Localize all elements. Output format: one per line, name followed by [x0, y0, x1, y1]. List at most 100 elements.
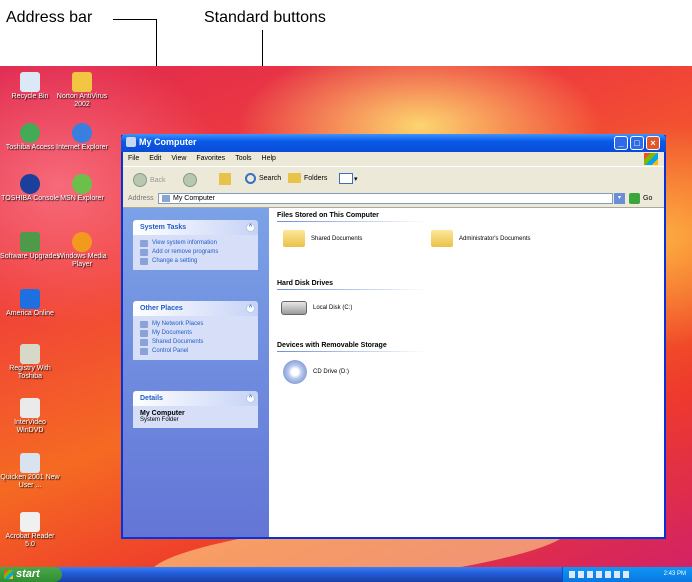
toshiba-console-icon [20, 174, 40, 194]
chevron-down-icon: ▾ [354, 175, 358, 183]
other-places-list: My Network Places My Documents Shared Do… [133, 316, 258, 360]
start-button[interactable]: start [0, 567, 62, 582]
go-arrow-icon [629, 193, 640, 204]
desktop-icon-america-online[interactable]: America Online [0, 289, 60, 318]
place-my-network-places[interactable]: My Network Places [140, 320, 258, 329]
menu-help[interactable]: Help [257, 152, 281, 162]
windows-media-player-icon [72, 232, 92, 252]
windows-logo-icon [644, 153, 658, 165]
address-dropdown-button[interactable]: ▾ [614, 193, 625, 204]
callout-leader-line [113, 19, 157, 20]
section-header-files: Files Stored on This Computer [277, 212, 379, 219]
quicken-icon [20, 453, 40, 473]
toshiba-access-icon [20, 123, 40, 143]
forward-button[interactable] [183, 173, 197, 187]
window-title: My Computer [139, 137, 197, 147]
desktop-icon-recycle-bin[interactable]: Recycle Bin [0, 72, 60, 101]
minimize-button[interactable]: _ [614, 136, 628, 150]
taskbar: start 2:43 PM [0, 567, 692, 582]
section-header-removable-storage: Devices with Removable Storage [277, 342, 387, 349]
views-icon [339, 173, 353, 184]
recycle-bin-icon [20, 72, 40, 92]
address-bar: Address My Computer ▾ Go [123, 191, 664, 208]
views-button[interactable]: ▾ [339, 173, 358, 184]
up-button[interactable] [219, 173, 231, 185]
menu-tools[interactable]: Tools [230, 152, 256, 162]
search-button[interactable]: Search [245, 173, 281, 184]
desktop-icon-software-upgrades[interactable]: Software Upgrades [0, 232, 60, 261]
desktop-icon-msn-explorer[interactable]: MSN Explorer [52, 174, 112, 203]
desktop-icon-windvd[interactable]: InterVideo WinDVD [0, 398, 60, 435]
desktop-icon-windows-media-player[interactable]: Windows Media Player [52, 232, 112, 269]
folder-shared-documents[interactable]: Shared Documents [283, 230, 362, 247]
address-value: My Computer [173, 195, 216, 202]
desktop-icon-registry[interactable]: Registry With Toshiba [0, 344, 60, 381]
registry-icon [20, 344, 40, 364]
clock[interactable]: 2:43 PM [664, 571, 686, 577]
address-input[interactable]: My Computer [158, 193, 613, 204]
folders-button[interactable]: Folders [288, 173, 327, 183]
details-body: My Computer System Folder [133, 406, 258, 428]
collapse-icon[interactable]: ^ [246, 394, 255, 403]
system-tasks-panel: System Tasks ^ View system information A… [133, 220, 258, 270]
folders-icon [288, 173, 301, 183]
internet-explorer-icon [72, 123, 92, 143]
standard-buttons-toolbar: Back Search Folders ▾ [123, 166, 664, 192]
forward-arrow-icon [183, 173, 197, 187]
details-type: System Folder [140, 417, 179, 423]
task-view-system-information[interactable]: View system information [140, 239, 258, 248]
back-button[interactable]: Back [133, 173, 166, 187]
system-tasks-header[interactable]: System Tasks ^ [133, 220, 258, 235]
desktop-icon-toshiba-console[interactable]: TOSHIBA Console [0, 174, 60, 203]
desktop-icon-quicken[interactable]: Quicken 2001 New User ... [0, 453, 60, 490]
menu-view[interactable]: View [166, 152, 191, 162]
system-tray: 2:43 PM [562, 567, 692, 582]
maximize-button[interactable]: □ [630, 136, 644, 150]
details-name: My Computer [140, 410, 185, 417]
norton-icon [72, 72, 92, 92]
windows-logo-icon [4, 570, 13, 579]
drive-local-disk-c[interactable]: Local Disk (C:) [281, 301, 352, 315]
close-button[interactable]: × [646, 136, 660, 150]
menu-favorites[interactable]: Favorites [191, 152, 230, 162]
windvd-icon [20, 398, 40, 418]
menu-file[interactable]: File [123, 152, 144, 162]
folder-icon [283, 230, 305, 247]
acrobat-reader-icon [20, 512, 40, 532]
menu-edit[interactable]: Edit [144, 152, 166, 162]
my-computer-window: My Computer _ □ × File Edit View Favorites T… [121, 134, 666, 539]
folder-icon [431, 230, 453, 247]
section-divider [277, 289, 427, 290]
title-bar[interactable]: My Computer _ □ × [121, 134, 666, 152]
desktop-icon-acrobat-reader[interactable]: Acrobat Reader 5.0 [0, 512, 60, 549]
system-tasks-list: View system information Add or remove pr… [133, 235, 258, 270]
desktop-icon-norton[interactable]: Norton AntiVirus 2002 [52, 72, 112, 109]
back-arrow-icon [133, 173, 147, 187]
search-icon [245, 173, 256, 184]
folder-administrators-documents[interactable]: Administrator's Documents [431, 230, 531, 247]
tray-icons[interactable] [569, 571, 629, 578]
section-divider [277, 221, 427, 222]
desktop-icon-internet-explorer[interactable]: Internet Explorer [52, 123, 112, 152]
details-header[interactable]: Details ^ [133, 391, 258, 406]
drive-cd-d[interactable]: CD Drive (D:) [283, 360, 349, 384]
collapse-icon[interactable]: ^ [246, 223, 255, 232]
go-button[interactable]: Go [629, 193, 652, 204]
place-shared-documents[interactable]: Shared Documents [140, 338, 258, 347]
place-my-documents[interactable]: My Documents [140, 329, 258, 338]
callout-area: Address bar Standard buttons [0, 0, 692, 210]
address-label: Address [128, 195, 154, 202]
desktop-icon-toshiba-access[interactable]: Toshiba Access [0, 123, 60, 152]
menu-bar: File Edit View Favorites Tools Help [123, 152, 664, 166]
america-online-icon [20, 289, 40, 309]
task-add-remove-programs[interactable]: Add or remove programs [140, 248, 258, 257]
callout-address-bar: Address bar [6, 9, 93, 26]
collapse-icon[interactable]: ^ [246, 304, 255, 313]
computer-icon [162, 195, 170, 202]
task-pane: System Tasks ^ View system information A… [123, 208, 269, 537]
place-control-panel[interactable]: Control Panel [140, 347, 258, 356]
task-change-setting[interactable]: Change a setting [140, 257, 258, 266]
up-folder-icon [219, 173, 231, 185]
section-header-hard-disk-drives: Hard Disk Drives [277, 280, 334, 287]
other-places-header[interactable]: Other Places ^ [133, 301, 258, 316]
